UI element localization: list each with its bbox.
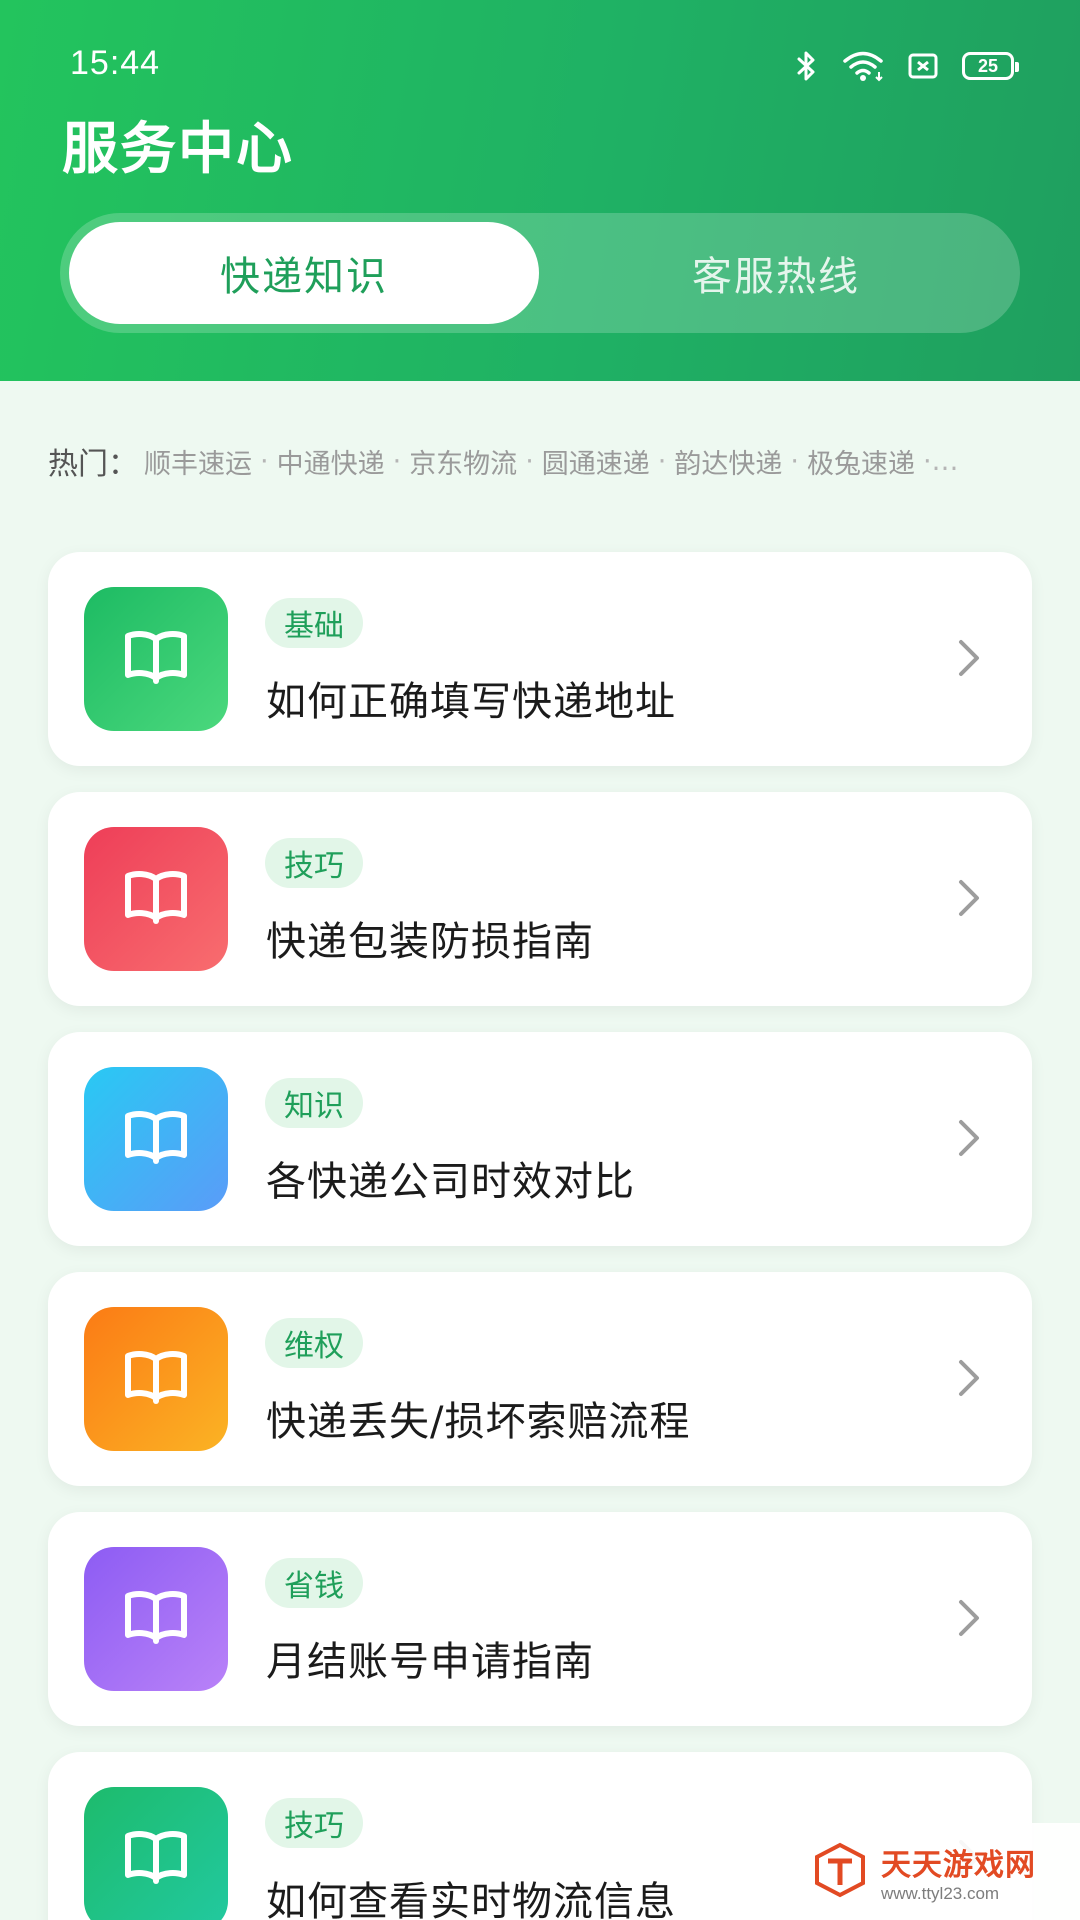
book-icon (122, 1107, 190, 1171)
page-title: 服务中心 (62, 117, 294, 182)
hot-separator: · (260, 445, 269, 477)
hot-separator: · (525, 445, 534, 477)
article-icon-bg (84, 1307, 228, 1451)
article-card[interactable]: 基础 如何正确填写快递地址 (48, 552, 1032, 766)
status-time: 15:44 (70, 44, 161, 82)
watermark-url: www.ttyl23.com (881, 1883, 1000, 1903)
book-icon (122, 1587, 190, 1651)
article-title: 快递丢失/损坏索赔流程 (266, 1399, 691, 1445)
article-icon-bg (84, 587, 228, 731)
hot-item-yunda[interactable]: 韵达快递 (674, 442, 782, 481)
bluetooth-icon (796, 50, 818, 82)
book-icon (122, 1827, 190, 1891)
article-tag: 基础 (265, 598, 363, 648)
hot-separator: · (790, 445, 799, 477)
article-title: 各快递公司时效对比 (266, 1159, 635, 1205)
hot-item-jd[interactable]: 京东物流 (409, 442, 517, 481)
chevron-right-icon (956, 1597, 982, 1643)
chevron-right-icon (956, 1117, 982, 1163)
status-icons: 25 (796, 46, 1019, 86)
watermark: 天天游戏网 www.ttyl23.com (805, 1823, 1080, 1920)
book-icon (122, 867, 190, 931)
watermark-text: 天天游戏网 (881, 1847, 1036, 1883)
hot-separator: · (657, 445, 667, 477)
book-icon (122, 1347, 190, 1411)
tab-express-knowledge[interactable]: 快递知识 (69, 222, 539, 324)
book-icon (122, 627, 190, 691)
article-tag: 省钱 (265, 1558, 363, 1608)
article-tag: 知识 (265, 1078, 363, 1128)
hot-more[interactable]: ·… (923, 446, 959, 477)
article-tag: 技巧 (265, 1798, 363, 1848)
article-icon-bg (84, 1787, 228, 1920)
article-card[interactable]: 技巧 快递包装防损指南 (48, 792, 1032, 1006)
chevron-right-icon (956, 637, 982, 683)
chevron-right-icon (956, 877, 982, 923)
tab-customer-hotline[interactable]: 客服热线 (541, 222, 1011, 324)
tab-bar: 快递知识 客服热线 (60, 213, 1020, 333)
article-card[interactable]: 知识 各快递公司时效对比 (48, 1032, 1032, 1246)
article-title: 如何查看实时物流信息 (266, 1879, 676, 1920)
chevron-right-icon (956, 1357, 982, 1403)
battery-icon: 25 (962, 52, 1019, 80)
article-tag: 维权 (265, 1318, 363, 1368)
hot-item-yto[interactable]: 圆通速递 (542, 442, 650, 481)
wifi-icon (842, 50, 884, 82)
article-title: 月结账号申请指南 (266, 1639, 594, 1685)
watermark-logo-icon (811, 1841, 869, 1903)
article-icon-bg (84, 827, 228, 971)
hot-label: 热门： (48, 447, 138, 482)
article-card[interactable]: 维权 快递丢失/损坏索赔流程 (48, 1272, 1032, 1486)
hot-separator: · (392, 445, 402, 477)
article-card[interactable]: 省钱 月结账号申请指南 (48, 1512, 1032, 1726)
hot-item-jitu[interactable]: 极兔速递 (807, 442, 915, 481)
hot-item-zto[interactable]: 中通快递 (277, 442, 385, 481)
hot-row: 热门： 顺丰速运 · 中通快递 · 京东物流 · 圆通速递 · 韵达快递 · 极… (48, 436, 1038, 486)
sim-card-icon (908, 52, 938, 80)
article-title: 如何正确填写快递地址 (266, 679, 676, 725)
battery-level: 25 (977, 55, 999, 76)
article-icon-bg (84, 1547, 228, 1691)
hot-item-sf[interactable]: 顺丰速运 (144, 442, 252, 481)
article-title: 快递包装防损指南 (266, 919, 594, 965)
article-icon-bg (84, 1067, 228, 1211)
article-tag: 技巧 (265, 838, 363, 888)
header: 15:44 25 服务中心 快递知识 客服热线 (0, 0, 1080, 381)
